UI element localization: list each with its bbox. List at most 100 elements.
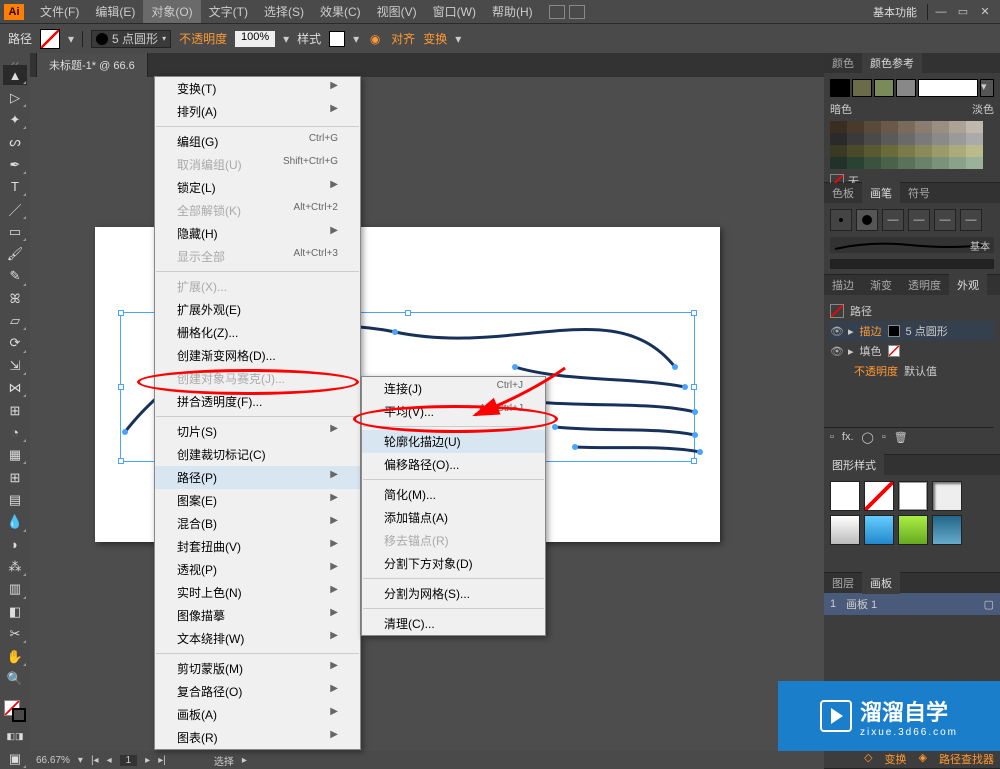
menu-item[interactable]: 混合(B)▶ <box>155 512 360 535</box>
menu-item[interactable]: 路径(P)▶ <box>155 466 360 489</box>
tab-artboards[interactable]: 画板 <box>862 572 900 594</box>
menu-help[interactable]: 帮助(H) <box>484 0 541 23</box>
shape-builder-tool[interactable]: ◔ <box>3 423 27 443</box>
scale-tool[interactable]: ⇲ <box>3 356 27 376</box>
menu-item[interactable]: 创建渐变网格(D)... <box>155 344 360 367</box>
paintbrush-tool[interactable]: 🖌 <box>3 244 27 264</box>
menu-item[interactable]: 扩展(X)... <box>155 275 360 298</box>
eraser-tool[interactable]: ▱ <box>3 311 27 331</box>
fill-entry[interactable]: 填色 <box>860 343 882 359</box>
arrange-icon[interactable] <box>569 5 585 19</box>
gradient-tool[interactable]: ▤ <box>3 490 27 510</box>
menu-item[interactable]: 封套扭曲(V)▶ <box>155 535 360 558</box>
fill-stroke-indicator[interactable] <box>3 697 27 725</box>
rectangle-tool[interactable]: ▭ <box>3 222 27 242</box>
menu-item[interactable]: 清理(C)... <box>362 612 545 635</box>
pencil-tool[interactable]: ✎ <box>3 266 27 286</box>
artboard-tool[interactable]: ◧ <box>3 602 27 622</box>
maximize-icon[interactable]: ▭ <box>954 5 972 19</box>
menu-file[interactable]: 文件(F) <box>32 0 87 23</box>
blend-tool[interactable]: ◗ <box>3 535 27 555</box>
menu-item[interactable]: 移去锚点(R) <box>362 529 545 552</box>
tab-stroke[interactable]: 描边 <box>824 274 862 296</box>
slice-tool[interactable]: ✂ <box>3 624 27 644</box>
tab-gradient[interactable]: 渐变 <box>862 274 900 296</box>
menu-item[interactable]: 分割为网格(S)... <box>362 582 545 605</box>
menu-item[interactable]: 图表(R)▶ <box>155 726 360 749</box>
recolor-icon[interactable]: ◉ <box>367 31 383 47</box>
opacity-entry[interactable]: 不透明度 <box>854 363 898 379</box>
menu-item[interactable]: 轮廓化描边(U) <box>362 430 545 453</box>
brush-presets[interactable]: ———— <box>830 209 994 231</box>
visibility-icon[interactable]: 👁 <box>830 345 842 358</box>
menu-item[interactable]: 平均(V)...Alt+Ctrl+J <box>362 400 545 423</box>
menu-item[interactable]: 偏移路径(O)... <box>362 453 545 476</box>
color-harmony-row[interactable]: ▾ <box>830 79 994 97</box>
menu-item[interactable]: 图像描摹▶ <box>155 604 360 627</box>
selection-tool[interactable]: ▲ <box>3 65 27 85</box>
opacity-value[interactable]: 100% <box>235 31 275 47</box>
menu-view[interactable]: 视图(V) <box>369 0 425 23</box>
tab-color-guide[interactable]: 颜色参考 <box>862 53 922 74</box>
menu-item[interactable]: 栅格化(Z)... <box>155 321 360 344</box>
tab-graphic-styles[interactable]: 图形样式 <box>824 454 884 476</box>
panel-btn[interactable]: ▫ <box>882 431 886 444</box>
menu-item[interactable]: 拼合透明度(F)... <box>155 390 360 413</box>
panel-btn[interactable]: ▫ <box>830 431 834 444</box>
search-icon[interactable] <box>549 5 565 19</box>
line-tool[interactable]: ／ <box>3 199 27 219</box>
tab-brushes[interactable]: 画笔 <box>862 182 900 204</box>
tab-transparency[interactable]: 透明度 <box>900 274 949 296</box>
visibility-icon[interactable]: 👁 <box>830 325 842 338</box>
perspective-grid-tool[interactable]: ▦ <box>3 445 27 465</box>
menu-effect[interactable]: 效果(C) <box>312 0 369 23</box>
menu-window[interactable]: 窗口(W) <box>425 0 484 23</box>
menu-item[interactable]: 编组(G)Ctrl+G <box>155 130 360 153</box>
menu-item[interactable]: 画板(A)▶ <box>155 703 360 726</box>
panel-btn[interactable]: fx. <box>842 431 854 444</box>
opacity-label[interactable]: 不透明度 <box>179 30 227 47</box>
menu-select[interactable]: 选择(S) <box>256 0 312 23</box>
pathfinder-link-footer[interactable]: 路径查找器 <box>939 751 994 767</box>
color-mode-row[interactable]: ◧◨ <box>3 727 27 747</box>
free-transform-tool[interactable]: ⊞ <box>3 400 27 420</box>
tab-layers[interactable]: 图层 <box>824 572 862 594</box>
tab-swatches[interactable]: 色板 <box>824 182 862 204</box>
close-icon[interactable]: ✕ <box>976 5 994 19</box>
rotate-tool[interactable]: ⟳ <box>3 333 27 353</box>
menu-item[interactable]: 全部解锁(K)Alt+Ctrl+2 <box>155 199 360 222</box>
menu-item[interactable]: 复合路径(O)▶ <box>155 680 360 703</box>
menu-item[interactable]: 添加锚点(A) <box>362 506 545 529</box>
fill-swatch[interactable] <box>40 29 60 49</box>
tab-appearance[interactable]: 外观 <box>949 274 987 296</box>
pen-tool[interactable]: ✒ <box>3 154 27 174</box>
symbol-sprayer-tool[interactable]: ⁂ <box>3 557 27 577</box>
screen-mode[interactable]: ▣ <box>3 749 27 769</box>
workspace-label[interactable]: 基本功能 <box>867 2 923 22</box>
tab-symbols[interactable]: 符号 <box>900 182 938 204</box>
minimize-icon[interactable]: — <box>932 5 950 19</box>
menu-item[interactable]: 创建裁切标记(C) <box>155 443 360 466</box>
menu-item[interactable]: 变换(T)▶ <box>155 77 360 100</box>
stroke-preset[interactable]: 5 点圆形 ▾ <box>91 30 171 48</box>
nav-prev-icon[interactable]: ◂ <box>107 755 112 766</box>
zoom-level[interactable]: 66.67% <box>36 755 70 766</box>
menu-item[interactable]: 切片(S)▶ <box>155 420 360 443</box>
menu-item[interactable]: 实时上色(N)▶ <box>155 581 360 604</box>
menu-item[interactable]: 图案(E)▶ <box>155 489 360 512</box>
stroke-entry[interactable]: 描边 <box>860 323 882 339</box>
align-link[interactable]: 对齐 <box>391 30 415 47</box>
menu-item[interactable]: 扩展外观(E) <box>155 298 360 321</box>
tab-color[interactable]: 颜色 <box>824 53 862 74</box>
menu-item[interactable]: 剪切蒙版(M)▶ <box>155 657 360 680</box>
menu-item[interactable]: 锁定(L)▶ <box>155 176 360 199</box>
magic-wand-tool[interactable]: ✦ <box>3 110 27 130</box>
lasso-tool[interactable]: ᔕ <box>3 132 27 152</box>
nav-first-icon[interactable]: |◂ <box>91 755 99 766</box>
width-tool[interactable]: ⋈ <box>3 378 27 398</box>
hand-tool[interactable]: ✋ <box>3 646 27 666</box>
menu-edit[interactable]: 编辑(E) <box>87 0 143 23</box>
nav-next-icon[interactable]: ▸ <box>145 755 150 766</box>
graph-tool[interactable]: ▥ <box>3 579 27 599</box>
transform-link-footer[interactable]: 变换 <box>885 751 907 767</box>
